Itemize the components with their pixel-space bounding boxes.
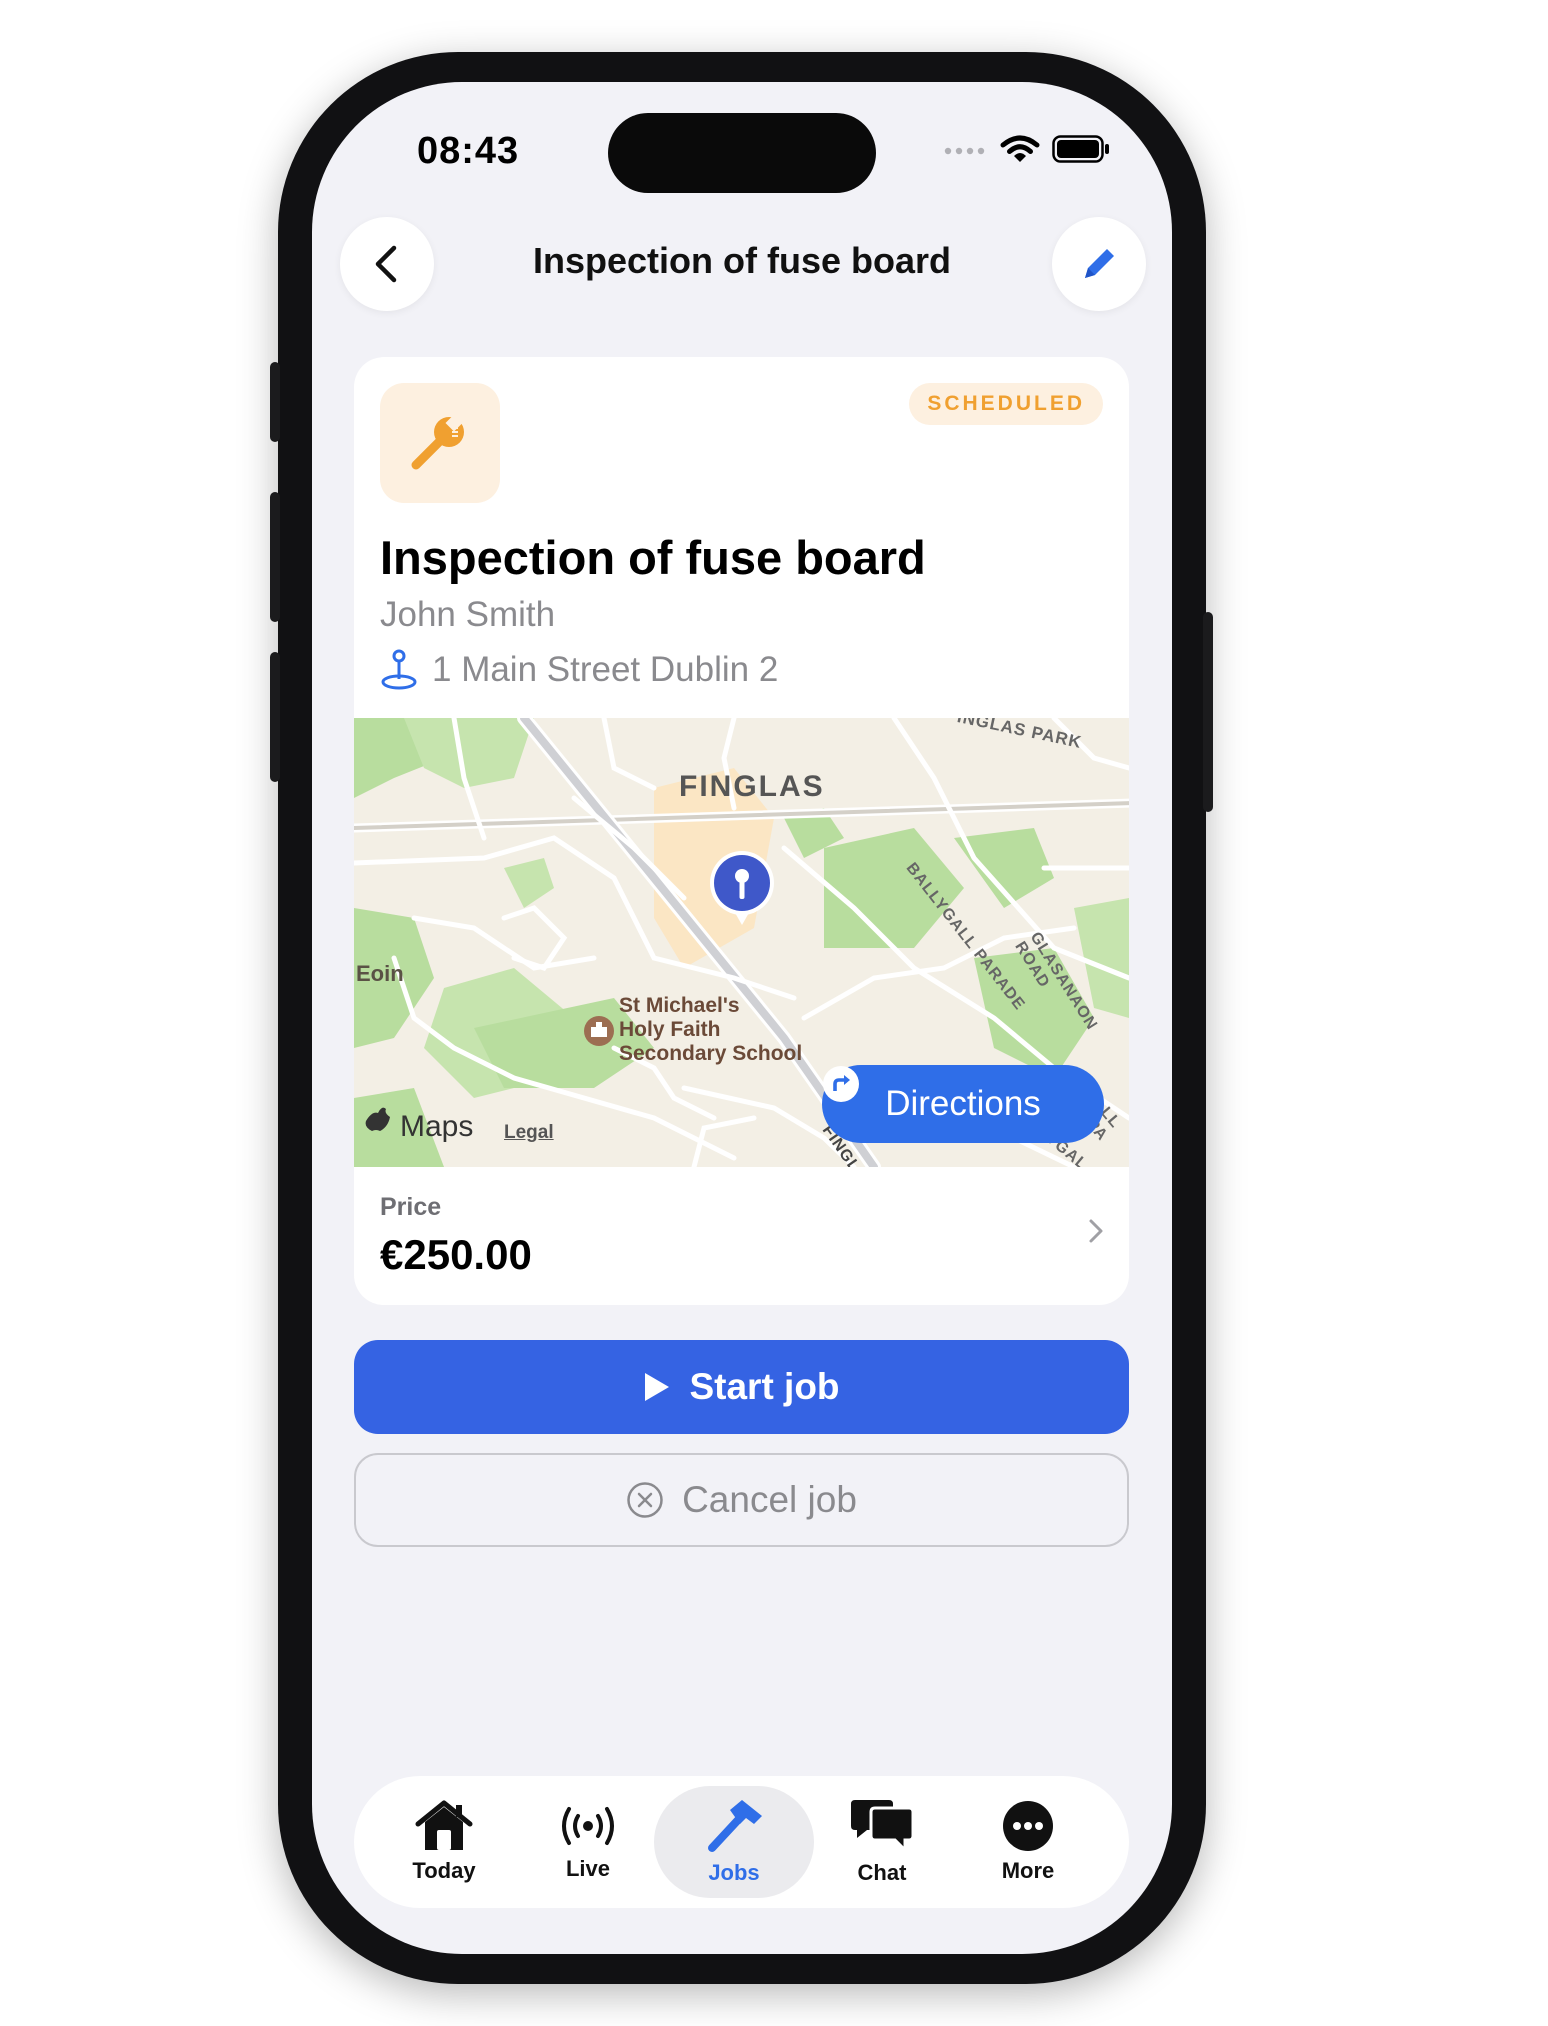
customer-name: John Smith [380,595,556,634]
job-title: Inspection of fuse board [380,531,926,584]
wifi-icon [1000,135,1040,162]
page-title: Inspection of fuse board [532,240,952,281]
tab-label-live: Live [565,1856,611,1881]
cancel-circle-x-icon [627,1482,663,1518]
tab-today[interactable]: Today [364,1786,524,1898]
maps-legal-link[interactable]: Legal [504,1122,554,1144]
job-address: 1 Main Street Dublin 2 [432,650,779,689]
job-card: SCHEDULED Inspection of fuse board John … [354,357,1129,1305]
chevron-right-icon [1089,1219,1103,1243]
map-view[interactable]: FINGLAS INGLAS PARK Eoin St Michael's Ho… [354,718,1129,1167]
tab-more[interactable]: More [948,1786,1108,1898]
edit-button[interactable] [1052,217,1146,311]
chat-bubbles-icon [851,1800,915,1854]
cancel-job-label: Cancel job [682,1479,857,1520]
map-label-school-line-2: Holy Faith [619,1018,721,1041]
broadcast-icon [562,1807,614,1845]
address-row: 1 Main Street Dublin 2 [380,649,778,691]
house-icon [415,1800,473,1850]
volume-up-button [270,492,280,622]
price-value: €250.00 [380,1231,532,1278]
directions-button[interactable]: Directions [822,1065,1104,1143]
silent-switch [270,362,280,442]
cancel-job-button[interactable]: Cancel job [354,1453,1129,1547]
price-label: Price [380,1193,442,1221]
tab-label-chat: Chat [857,1860,907,1885]
directions-label: Directions [885,1084,1041,1123]
directions-arrow-icon [823,1066,859,1102]
hammer-icon [708,1800,762,1852]
map-label-school-line-1: St Michael's [619,994,740,1017]
play-icon [645,1373,670,1401]
tab-chat[interactable]: Chat [802,1786,962,1898]
tab-live[interactable]: Live [508,1786,668,1898]
tab-jobs[interactable]: Jobs [654,1786,814,1898]
map-label-school-line-3: Secondary School [619,1042,803,1065]
pencil-icon [1085,249,1114,278]
start-job-button[interactable]: Start job [354,1340,1129,1434]
start-job-label: Start job [689,1366,840,1407]
more-icon [1003,1801,1053,1851]
apple-maps-logo-text: Maps [400,1110,474,1143]
dynamic-island [608,113,876,193]
status-time: 08:43 [417,130,520,172]
power-button [1203,612,1213,812]
tab-label-today: Today [412,1858,476,1883]
job-type-icon-tile [380,383,500,503]
wrench-icon [411,414,464,470]
tab-label-more: More [1001,1858,1055,1883]
phone-frame: 08:43 Inspection of fuse board SCHEDULED… [270,52,1213,1984]
location-pin-icon [381,649,417,690]
tab-bar: Today Live Jobs Chat More [354,1776,1129,1908]
status-badge: SCHEDULED [909,383,1103,425]
battery-icon [1052,135,1109,163]
map-label-eoin: Eoin [356,961,404,986]
status-icons [944,134,1110,164]
price-row[interactable]: Price €250.00 [354,1167,1129,1305]
volume-down-button [270,652,280,782]
cellular-signal-icon [944,147,985,155]
map-label-finglas: FINGLAS [679,770,825,803]
tab-label-jobs: Jobs [708,1860,760,1885]
screen: 08:43 Inspection of fuse board SCHEDULED… [312,82,1172,1954]
